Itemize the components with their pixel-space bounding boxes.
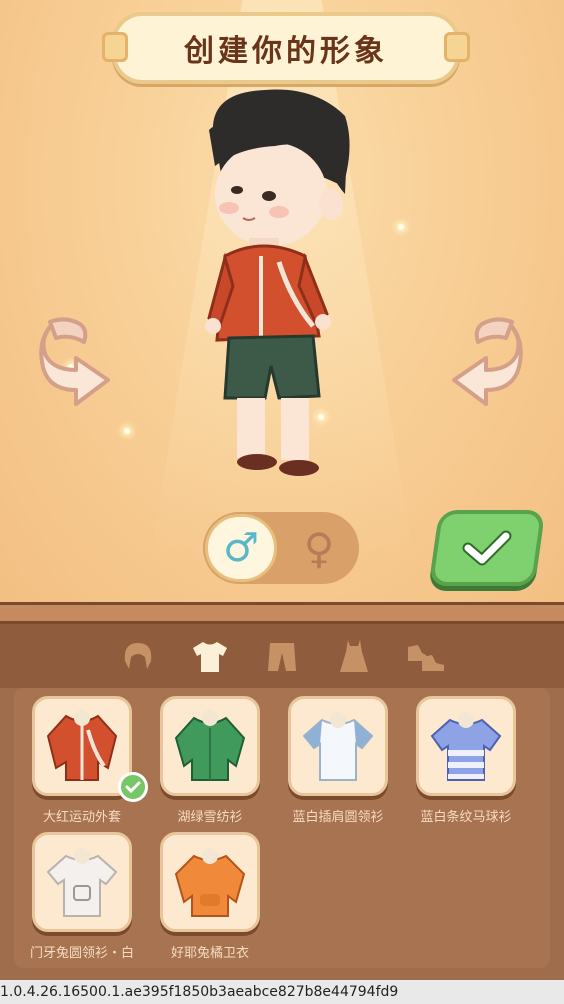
white-bunny-tshirt-icon <box>46 848 118 917</box>
sparkle <box>124 428 130 434</box>
pants-icon <box>268 643 296 671</box>
gender-toggle[interactable]: ♂ ♀ <box>203 512 359 584</box>
item-card[interactable]: 湖绿雪纺衫 <box>160 696 266 825</box>
item-card[interactable]: 蓝白插肩圆领衫 <box>288 696 394 825</box>
page-title: 创建你的形象 <box>184 34 388 69</box>
item-card[interactable]: 门牙兔圆领衫・白 <box>30 832 138 961</box>
item-label: 湖绿雪纺衫 <box>177 810 243 825</box>
shirt-icon <box>193 642 227 672</box>
item-thumbnail <box>160 696 260 796</box>
male-icon: ♂ <box>223 525 259 571</box>
female-icon: ♀ <box>303 523 335 573</box>
tab-tops[interactable] <box>188 634 232 678</box>
item-card[interactable]: 好耶兔橘卫衣 <box>160 832 266 961</box>
rotate-right-button[interactable] <box>448 312 526 408</box>
rotate-left-button[interactable] <box>36 312 114 408</box>
item-label: 大红运动外套 <box>42 810 121 825</box>
checkmark-icon <box>125 781 141 794</box>
panel-rim <box>0 602 564 624</box>
item-label: 蓝白条纹马球衫 <box>420 810 512 825</box>
item-thumbnail <box>32 832 132 932</box>
items-grid: 大红运动外套 湖绿雪纺衫 蓝白插肩圆领衫 蓝白条纹马球衫 门牙兔圆领衫・白 好耶… <box>14 688 550 968</box>
item-thumbnail <box>160 832 260 932</box>
green-shirt-icon <box>174 710 246 781</box>
gender-female-button[interactable]: ♀ <box>289 518 349 578</box>
character-avatar <box>205 89 350 476</box>
item-thumbnail <box>32 696 132 796</box>
orange-hoodie-icon <box>174 848 246 917</box>
red-jacket-icon <box>46 710 118 781</box>
dress-icon <box>340 640 368 672</box>
item-thumbnail <box>416 696 516 796</box>
striped-polo-icon <box>430 712 502 781</box>
character-stage: 创建你的形象 ♂ ♀ <box>0 0 564 602</box>
rotate-left-icon <box>39 317 110 406</box>
wardrobe-panel: 大红运动外套 湖绿雪纺衫 蓝白插肩圆领衫 蓝白条纹马球衫 门牙兔圆领衫・白 好耶… <box>0 602 564 1004</box>
category-tabs <box>0 624 564 688</box>
item-label: 门牙兔圆领衫・白 <box>29 946 134 961</box>
tab-dress[interactable] <box>332 634 376 678</box>
confirm-button[interactable] <box>428 510 546 586</box>
white-tshirt-icon <box>302 712 374 781</box>
sparkle <box>398 224 404 230</box>
checkmark-icon <box>462 530 512 566</box>
gender-male-button[interactable]: ♂ <box>205 514 277 582</box>
item-card[interactable]: 蓝白条纹马球衫 <box>416 696 522 825</box>
item-thumbnail <box>288 696 388 796</box>
version-string: 1.0.4.26.16500.1.ae395f1850b3aeabce827b8… <box>0 980 564 1004</box>
selected-check-badge <box>118 772 148 802</box>
hair-icon <box>124 643 152 669</box>
item-label: 好耶兔橘卫衣 <box>170 946 249 961</box>
shoes-icon <box>408 645 444 671</box>
item-label: 蓝白插肩圆领衫 <box>292 810 384 825</box>
rotate-right-icon <box>452 317 523 406</box>
item-card[interactable]: 大红运动外套 <box>32 696 148 825</box>
title-banner: 创建你的形象 <box>102 12 470 84</box>
tab-shoes[interactable] <box>404 634 448 678</box>
tab-bottoms[interactable] <box>260 634 304 678</box>
tab-hair[interactable] <box>116 634 160 678</box>
